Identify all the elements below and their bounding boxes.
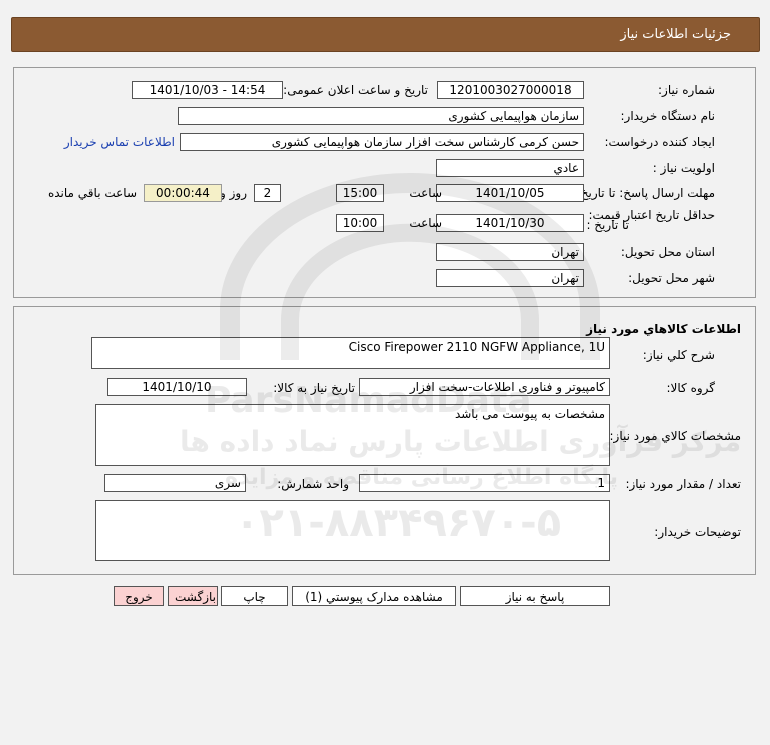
creator-label: ایجاد کننده درخواست: [604, 135, 715, 149]
priority-field: عادي [436, 159, 584, 177]
buyer-org-label: نام دستگاه خریدار: [620, 109, 716, 123]
remaining-timer: 00:00:44 [144, 184, 222, 202]
need-number-label: شماره نیاز: [658, 83, 715, 97]
goods-info-panel: اطلاعات کالاهاي مورد نیاز شرح کلي نیاز: … [13, 306, 756, 575]
specs-label: مشخصات کالاي مورد نیاز: [609, 429, 741, 443]
city-label: شهر محل تحویل: [628, 271, 715, 285]
buyer-notes-label: توضیحات خریدار: [654, 525, 741, 539]
buyer-contact-link[interactable]: اطلاعات تماس خریدار [64, 135, 175, 149]
unit-label: واحد شمارش: [277, 477, 349, 491]
view-attachments-button[interactable]: مشاهده مدارک پیوستي (1) [292, 586, 456, 606]
remaining-label: ساعت باقي مانده [47, 186, 137, 200]
goods-section-title: اطلاعات کالاهاي مورد نیاز [586, 322, 741, 336]
quantity-field: 1 [359, 474, 610, 492]
quantity-label: تعداد / مقدار مورد نیاز: [625, 477, 741, 491]
general-desc-field: Cisco Firepower 2110 NGFW Appliance, 1U [91, 337, 610, 369]
validity-time-field: 10:00 [336, 214, 384, 232]
print-button[interactable]: چاپ [221, 586, 288, 606]
reply-button[interactable]: پاسخ به نیاز [460, 586, 610, 606]
announce-label: تاریخ و ساعت اعلان عمومی: [283, 83, 428, 97]
days-label: روز و [220, 186, 247, 200]
city-field: تهران [436, 269, 584, 287]
deadline-time-label: ساعت [409, 186, 442, 200]
deadline-date-field: 1401/10/05 [436, 184, 584, 202]
validity-time-label: ساعت [409, 216, 442, 230]
specs-field: مشخصات به پیوست می باشد [95, 404, 610, 466]
priority-label: اولویت نیاز : [652, 161, 715, 175]
validity-to-date-label: تا تاریخ : [586, 218, 629, 232]
back-button[interactable]: بازگشت [168, 586, 218, 606]
goods-group-label: گروه کالا: [666, 381, 716, 395]
province-label: استان محل تحویل: [620, 245, 715, 259]
deadline-time-field: 15:00 [336, 184, 384, 202]
need-info-panel: شماره نیاز: 1201003027000018 تاریخ و ساع… [13, 67, 756, 298]
goods-group-field: کامپیوتر و فناوری اطلاعات-سخت افزار [359, 378, 610, 396]
page-title: جزئیات اطلاعات نیاز [620, 27, 731, 42]
page-title-bar: جزئیات اطلاعات نیاز [11, 17, 760, 52]
exit-button[interactable]: خروج [114, 586, 164, 606]
need-number-field: 1201003027000018 [437, 81, 584, 99]
province-field: تهران [436, 243, 584, 261]
unit-field: سری [104, 474, 246, 492]
general-desc-label: شرح کلي نیاز: [642, 348, 715, 362]
need-date-label: تاریخ نیاز به کالا: [273, 381, 355, 395]
validity-date-field: 1401/10/30 [436, 214, 584, 232]
deadline-label: مهلت ارسال پاسخ: تا تاریخ : [572, 186, 715, 200]
creator-field: حسن کرمی کارشناس سخت افزار سازمان هواپیم… [180, 133, 584, 151]
need-date-field: 1401/10/10 [107, 378, 247, 396]
days-field: 2 [254, 184, 281, 202]
announce-field: 1401/10/03 - 14:54 [132, 81, 283, 99]
buyer-notes-field [95, 500, 610, 561]
buyer-org-field: سازمان هواپیمایی کشوری [178, 107, 584, 125]
